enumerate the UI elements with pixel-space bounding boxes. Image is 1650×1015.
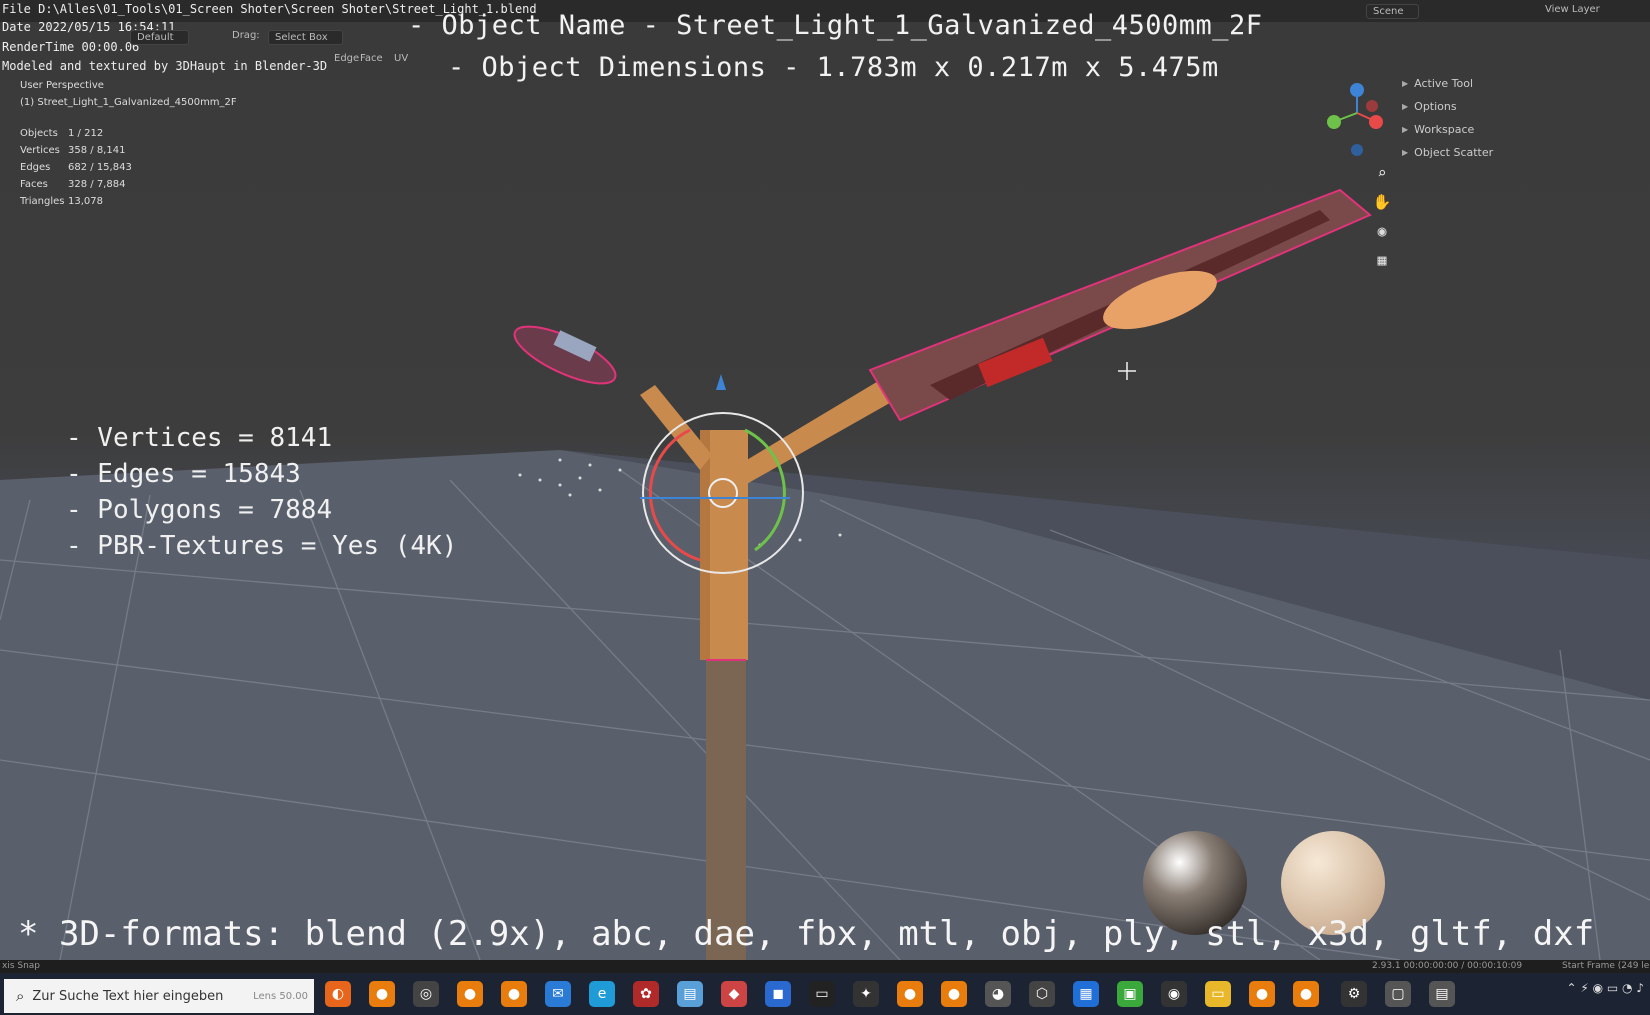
terminal-icon[interactable]: ▭ (809, 981, 835, 1007)
blender-icon[interactable]: ● (1249, 981, 1275, 1007)
panel-active-tool[interactable]: ▶ Active Tool (1402, 72, 1650, 95)
spec-polygons: - Polygons = 7884 (66, 495, 333, 525)
blender-icon[interactable]: ● (501, 981, 527, 1007)
search-icon: ⌕ (16, 987, 25, 1005)
blender-icon[interactable]: ● (897, 981, 923, 1007)
right-lamp-head (868, 188, 1372, 422)
blender-icon[interactable]: ● (457, 981, 483, 1007)
hand-icon[interactable]: ✋ (1371, 191, 1393, 213)
spec-vertices: - Vertices = 8141 (66, 423, 333, 453)
spec-pbr-textures: - PBR-Textures = Yes (4K) (66, 531, 458, 561)
menu-uv[interactable]: UV (394, 53, 408, 64)
view-layer-selector[interactable]: View Layer (1545, 4, 1600, 15)
left-lamp-head (513, 325, 617, 385)
stat-vertices: Vertices 358 / 8,141 (20, 145, 126, 156)
menu-edge[interactable]: Edge (334, 53, 359, 64)
formats-overlay: * 3D-formats: blend (2.9x), abc, dae, fb… (18, 914, 1595, 954)
lens-text: Lens 50.00 (253, 990, 308, 1002)
app-icon[interactable]: ▤ (677, 981, 703, 1007)
panel-workspace[interactable]: ▶ Workspace (1402, 118, 1650, 141)
panel-object-scatter[interactable]: ▶ Object Scatter (1402, 141, 1650, 164)
stat-faces: Faces 328 / 7,884 (20, 179, 126, 190)
grid-icon[interactable]: ▦ (1371, 249, 1393, 271)
axis-navigation-gizmo (1327, 83, 1383, 156)
stat-edges: Edges 682 / 15,843 (20, 162, 132, 173)
windows-taskbar: ⌕ Zur Suche Text hier eingeben Lens 50.0… (0, 973, 1650, 1015)
sidebar-tool-panel: ▶ Active Tool ▶ Options ▶ Workspace ▶ Object… (1402, 72, 1650, 164)
mail-icon[interactable]: ✉ (545, 981, 571, 1007)
zoom-icon[interactable]: ⌕ (1371, 162, 1393, 184)
expand-triangle-icon: ▶ (1402, 102, 1409, 111)
folder-icon[interactable]: ▭ (1205, 981, 1231, 1007)
expand-triangle-icon: ▶ (1402, 79, 1409, 88)
expand-triangle-icon: ▶ (1402, 125, 1409, 134)
app-icon[interactable]: ▤ (1429, 981, 1455, 1007)
spec-overlay: - Vertices = 8141 - Edges = 15843 - Poly… (66, 423, 457, 567)
active-object-label: (1) Street_Light_1_Galvanized_4500mm_2F (20, 97, 237, 108)
blender-icon[interactable]: ● (941, 981, 967, 1007)
blender-icon[interactable]: ● (369, 981, 395, 1007)
object-name-overlay: - Object Name - Street_Light_1_Galvanize… (408, 10, 1263, 41)
search-placeholder: Zur Suche Text hier eingeben (32, 988, 224, 1004)
drag-select-dropdown[interactable]: Select Box (268, 30, 343, 45)
modeled-by-text: Modeled and textured by 3DHaupt in Blend… (2, 59, 328, 73)
app-icon[interactable]: ◉ (1161, 981, 1187, 1007)
system-tray[interactable]: ⌃ ⚡ ◉ ▭ ◔ ♪ (1567, 981, 1645, 995)
app-icon[interactable]: ✦ (853, 981, 879, 1007)
spec-edges: - Edges = 15843 (66, 459, 301, 489)
firefox-icon[interactable]: ◐ (325, 981, 351, 1007)
camera-icon[interactable]: ◉ (1371, 220, 1393, 242)
scene-selector[interactable]: Scene (1366, 4, 1419, 19)
taskbar-search-box[interactable]: ⌕ Zur Suche Text hier eingeben Lens 50.0… (4, 979, 314, 1013)
3d-viewport[interactable]: File D:\Alles\01_Tools\01_Screen Shoter\… (0, 0, 1650, 960)
settings-icon[interactable]: ⚙ (1341, 981, 1367, 1007)
stat-objects: Objects 1 / 212 (20, 128, 104, 139)
expand-triangle-icon: ▶ (1402, 148, 1409, 157)
calendar-icon[interactable]: ▦ (1073, 981, 1099, 1007)
menu-face[interactable]: Face (360, 53, 383, 64)
version-text: 2.93.1 00:00:00:00 / 00:00:10:09 (1372, 961, 1523, 971)
app-icon[interactable]: ◼ (765, 981, 791, 1007)
stat-triangles: Triangles 13,078 (20, 196, 103, 207)
app-icon[interactable]: ✿ (633, 981, 659, 1007)
right-arm (730, 380, 895, 485)
drag-label: Drag: (232, 30, 260, 41)
app-icon[interactable]: ◆ (721, 981, 747, 1007)
obs-icon[interactable]: ◎ (413, 981, 439, 1007)
cube-icon[interactable]: ⬡ (1029, 981, 1055, 1007)
panel-options[interactable]: ▶ Options (1402, 95, 1650, 118)
3d-cursor (1118, 362, 1136, 380)
app-icon[interactable]: ◕ (985, 981, 1011, 1007)
viewport-info-panel: User Perspective (1) Street_Light_1_Galv… (20, 80, 237, 210)
edge-icon[interactable]: e (589, 981, 615, 1007)
blender-icon[interactable]: ● (1293, 981, 1319, 1007)
object-dimensions-overlay: - Object Dimensions - 1.783m x 0.217m x … (448, 52, 1219, 83)
start-frame-text: Start Frame (249 le (1562, 961, 1650, 971)
app-icon[interactable]: ▢ (1385, 981, 1411, 1007)
status-bar: xis Snap 2.93.1 00:00:00:00 / 00:00:10:0… (0, 960, 1650, 973)
status-left: xis Snap (2, 961, 41, 971)
app-icon[interactable]: ▣ (1117, 981, 1143, 1007)
perspective-label: User Perspective (20, 80, 104, 91)
orientation-dropdown[interactable]: Default (130, 30, 189, 45)
